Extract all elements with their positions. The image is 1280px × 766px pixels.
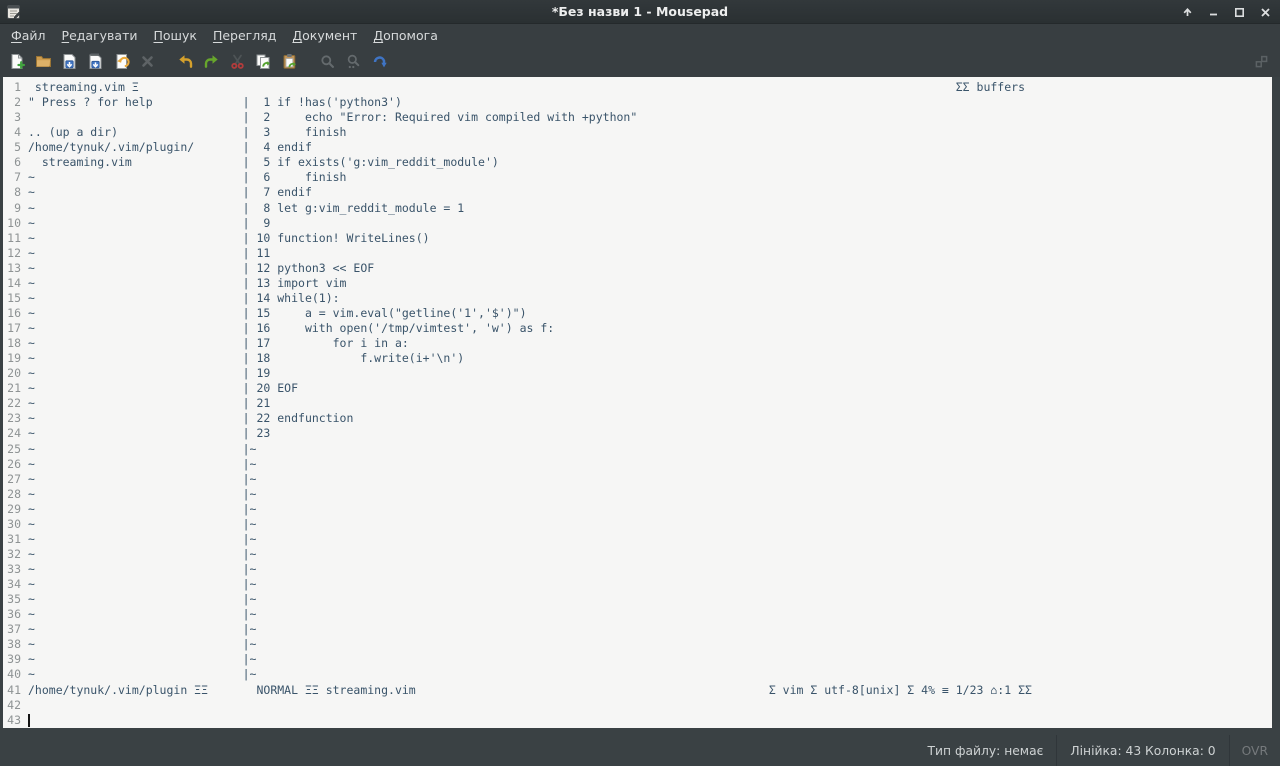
new-document-button[interactable] <box>5 50 29 74</box>
magnifier-replace-icon <box>347 54 359 69</box>
close-x-icon <box>141 56 153 67</box>
line-number-gutter: 1 2 3 4 5 6 7 8 9 10 11 12 13 14 15 16 1… <box>7 80 21 727</box>
fullscreen-button[interactable] <box>1249 50 1273 74</box>
menu-help[interactable]: Допомога <box>365 26 446 45</box>
find-replace-button[interactable] <box>341 50 365 74</box>
save-as-icon <box>89 53 101 69</box>
shade-window-button[interactable] <box>1180 5 1194 19</box>
go-to-line-button[interactable] <box>367 50 391 74</box>
clipboard-icon <box>283 54 296 69</box>
cut-button[interactable] <box>225 50 249 74</box>
find-button[interactable] <box>315 50 339 74</box>
text-content[interactable]: streaming.vim Ξ ΣΣ buffers " Press ? for… <box>28 77 1272 728</box>
open-folder-icon <box>35 56 51 67</box>
redo-button[interactable] <box>199 50 223 74</box>
menu-edit[interactable]: Редагувати <box>54 26 146 45</box>
titlebar: *Без назви 1 - Mousepad <box>0 0 1280 24</box>
filetype-status[interactable]: Тип файлу: немає <box>915 735 1057 766</box>
save-icon <box>63 54 75 69</box>
scissors-icon <box>230 54 244 69</box>
x-icon <box>1260 7 1270 17</box>
undo-arrow-icon <box>178 55 192 68</box>
text-editor-area[interactable]: 1 2 3 4 5 6 7 8 9 10 11 12 13 14 15 16 1… <box>3 77 1272 728</box>
minimize-window-button[interactable] <box>1206 5 1220 19</box>
overwrite-toggle[interactable]: OVR <box>1228 735 1278 766</box>
redo-arrow-icon <box>204 55 218 68</box>
copy-button[interactable] <box>251 50 275 74</box>
menu-search[interactable]: Пошук <box>145 26 204 45</box>
text-caret <box>28 714 30 727</box>
menubar: Файл Редагувати Пошук Перегляд Документ … <box>0 24 1280 46</box>
bottom-bar: Тип файлу: немає Лінійка: 43 Колонка: 0 … <box>0 728 1280 766</box>
menu-file[interactable]: Файл <box>3 26 54 45</box>
new-document-icon <box>11 54 25 69</box>
minus-icon <box>1209 13 1217 15</box>
close-file-button[interactable] <box>135 50 159 74</box>
toolbar <box>0 46 1280 77</box>
paste-button[interactable] <box>277 50 301 74</box>
save-as-button[interactable] <box>83 50 107 74</box>
save-button[interactable] <box>57 50 81 74</box>
cursor-position-status: Лінійка: 43 Колонка: 0 <box>1056 735 1228 766</box>
open-file-button[interactable] <box>31 50 55 74</box>
statusbar: Тип файлу: немає Лінійка: 43 Колонка: 0 … <box>0 735 1280 766</box>
close-window-button[interactable] <box>1258 5 1272 19</box>
menu-view[interactable]: Перегляд <box>205 26 284 45</box>
menu-document[interactable]: Документ <box>284 26 365 45</box>
revert-icon <box>116 54 130 69</box>
window-title: *Без назви 1 - Mousepad <box>551 4 729 19</box>
maximize-window-button[interactable] <box>1232 5 1246 19</box>
magnifier-icon <box>320 55 334 68</box>
copy-pages-icon <box>256 54 270 69</box>
blue-jump-arrow-icon <box>373 56 387 68</box>
fullscreen-icon <box>1255 55 1267 68</box>
arrow-up-icon <box>1183 7 1191 16</box>
revert-button[interactable] <box>109 50 133 74</box>
undo-button[interactable] <box>173 50 197 74</box>
square-icon <box>1234 7 1244 17</box>
